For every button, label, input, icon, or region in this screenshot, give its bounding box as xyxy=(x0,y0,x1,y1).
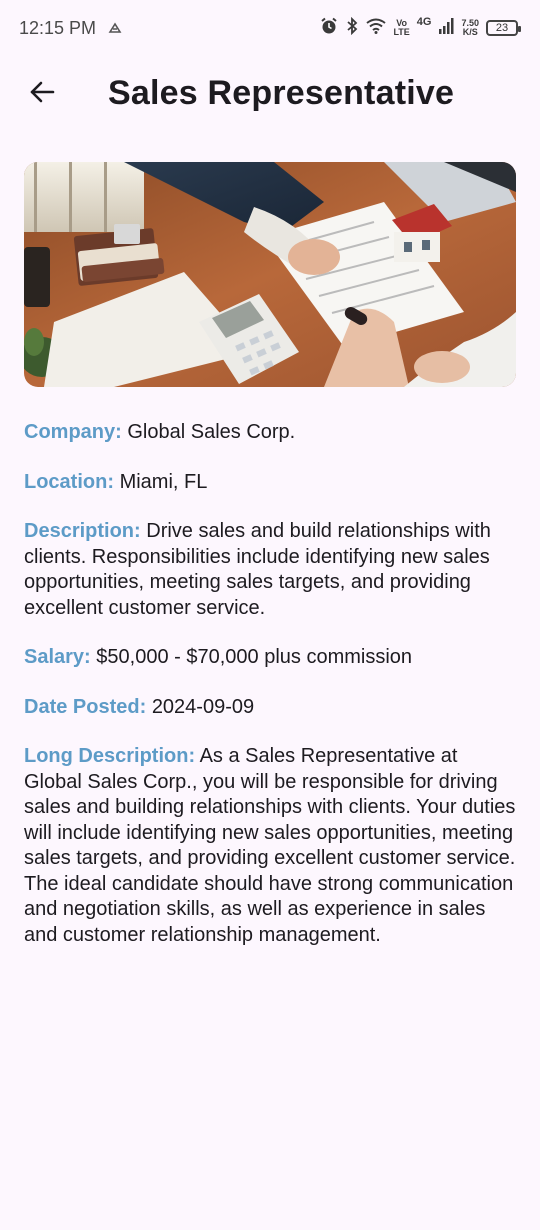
app-bar: Sales Representative xyxy=(0,60,540,132)
volte-bottom: LTE xyxy=(393,27,410,37)
long-description-label: Long Description: xyxy=(24,745,196,767)
date-posted-value: 2024-09-09 xyxy=(151,695,255,718)
notification-icon xyxy=(108,18,122,39)
network-type: 4G xyxy=(416,16,432,28)
description-label: Description: xyxy=(24,520,141,542)
page-title: Sales Representative xyxy=(108,74,455,112)
location-row: Location: Miami, FL xyxy=(24,470,520,496)
description-row: Description: Drive sales and build relat… xyxy=(24,519,520,621)
long-description-row: Long Description: As a Sales Representat… xyxy=(24,744,520,948)
salary-label: Salary: xyxy=(24,646,91,668)
job-image xyxy=(24,162,516,387)
status-bar: 12:15 PM Vo LTE 4G 7.50 K/S 23 xyxy=(0,0,540,56)
long-description-value: As a Sales Representative at Global Sale… xyxy=(24,745,516,946)
salary-row: Salary: $50,000 - $70,000 plus commissio… xyxy=(24,645,520,671)
net-speed: 7.50 K/S xyxy=(461,19,479,37)
salary-value: $50,000 - $70,000 plus commission xyxy=(96,646,413,668)
status-left: 12:15 PM xyxy=(19,18,122,39)
location-value: Miami, FL xyxy=(119,470,208,493)
battery-icon: 23 xyxy=(486,20,521,36)
status-time: 12:15 PM xyxy=(19,17,97,38)
status-right: Vo LTE 4G 7.50 K/S 23 xyxy=(320,16,521,39)
job-details: Company: Global Sales Corp. Location: Mi… xyxy=(24,420,520,972)
volte-indicator: Vo LTE xyxy=(393,19,409,37)
battery-level: 23 xyxy=(495,22,509,34)
date-posted-row: Date Posted: 2024-09-09 xyxy=(24,695,520,721)
net-speed-unit: K/S xyxy=(462,27,478,37)
date-posted-label: Date Posted: xyxy=(24,695,147,718)
bluetooth-icon xyxy=(345,16,359,39)
back-button[interactable] xyxy=(20,72,64,116)
company-value: Global Sales Corp. xyxy=(127,421,296,443)
company-row: Company: Global Sales Corp. xyxy=(24,420,520,446)
location-label: Location: xyxy=(24,470,114,493)
arrow-back-icon xyxy=(28,78,56,111)
wifi-icon xyxy=(366,18,387,38)
signal-icon xyxy=(438,18,454,38)
company-label: Company: xyxy=(24,421,122,443)
alarm-icon xyxy=(320,17,338,39)
